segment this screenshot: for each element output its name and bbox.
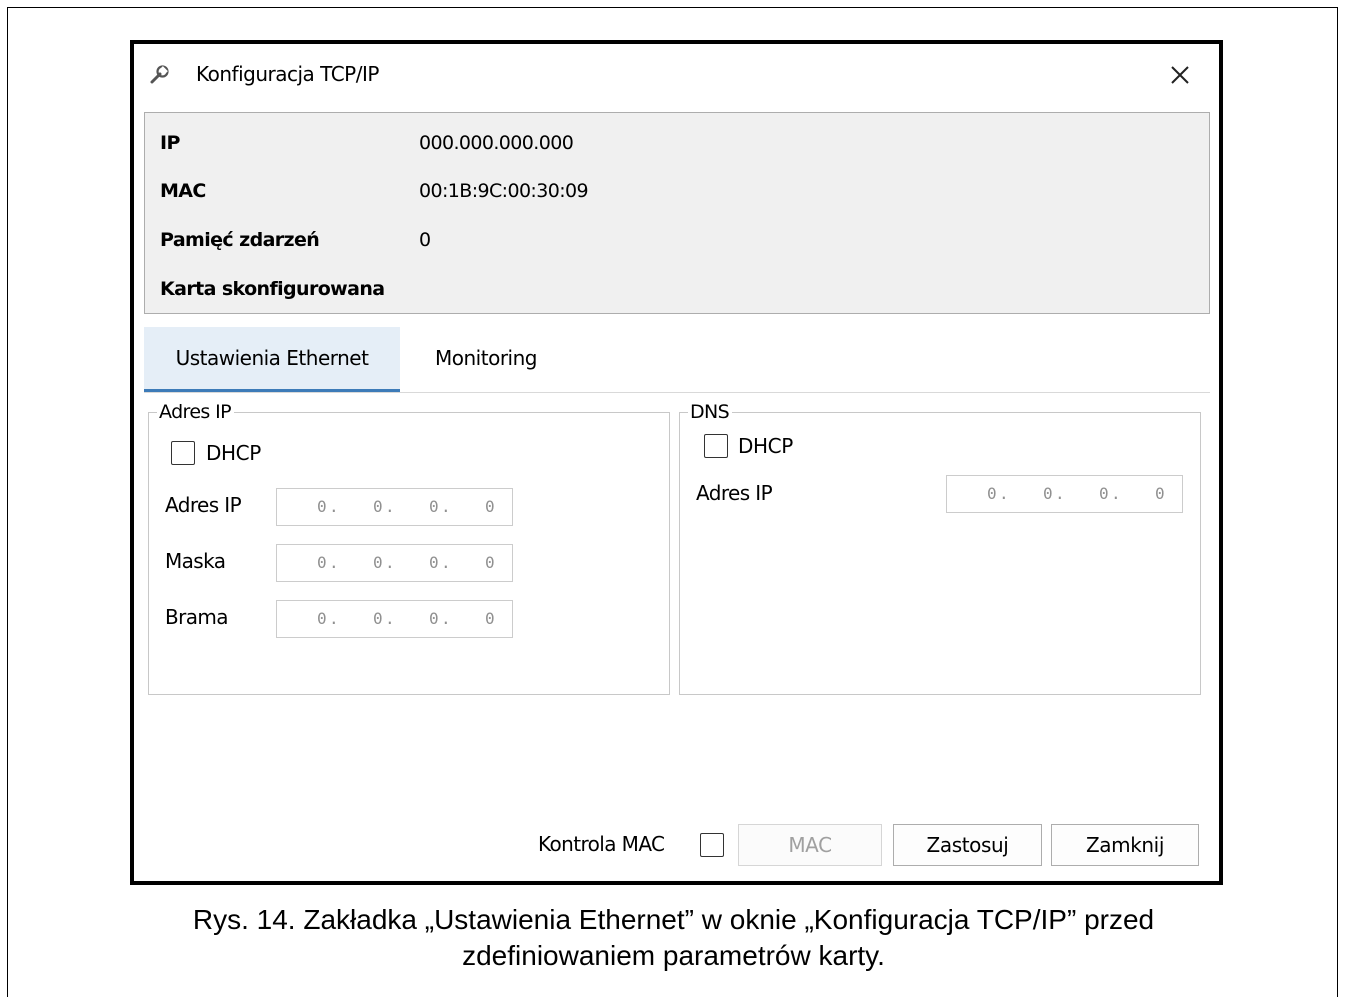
dns-ip-label: Adres IP (696, 481, 773, 505)
ip-octet: 0 (485, 553, 495, 572)
mask-label: Maska (165, 549, 226, 573)
ip-octet: 0 (373, 553, 383, 572)
ip-dot: . (441, 497, 451, 516)
title-bar: Konfiguracja TCP/IP (134, 44, 1219, 104)
ip-octet: 0 (485, 497, 495, 516)
info-label: Pamięć zdarzeń (160, 229, 320, 251)
tab-monitoring[interactable]: Monitoring (406, 327, 566, 389)
dns-dhcp-label: DHCP (738, 434, 793, 458)
ip-octet: 0 (485, 609, 495, 628)
ip-group-legend: Adres IP (157, 400, 235, 424)
info-label: Karta skonfigurowana (160, 278, 385, 300)
apply-button[interactable]: Zastosuj (893, 824, 1042, 866)
dns-dhcp-checkbox[interactable] (704, 434, 728, 458)
caption-line-2: zdefiniowaniem parametrów karty. (462, 940, 885, 971)
dns-group: DNS DHCP Adres IP 0. 0. 0. 0 (679, 400, 1201, 695)
tab-divider (144, 392, 1210, 393)
ip-octet: 0 (373, 497, 383, 516)
ip-octet: 0 (987, 484, 997, 503)
card-info-panel: IP 000.000.000.000 MAC 00:1B:9C:00:30:09… (144, 112, 1210, 314)
info-label: IP (160, 132, 180, 154)
ip-address-label: Adres IP (165, 493, 242, 517)
mask-input[interactable]: 0. 0. 0. 0 (276, 544, 513, 582)
tab-bar: Ustawienia Ethernet Monitoring (144, 327, 1210, 393)
ip-dhcp-label: DHCP (206, 441, 261, 465)
ip-dot: . (999, 484, 1009, 503)
ip-octet: 0 (317, 497, 327, 516)
gateway-input[interactable]: 0. 0. 0. 0 (276, 600, 513, 638)
dialog-footer: Kontrola MAC MAC Zastosuj Zamknij (134, 824, 1219, 874)
ip-dot: . (441, 553, 451, 572)
ip-octet: 0 (429, 497, 439, 516)
ip-dot: . (329, 609, 339, 628)
mac-control-checkbox[interactable] (700, 833, 724, 857)
ip-address-input[interactable]: 0. 0. 0. 0 (276, 488, 513, 526)
ip-octet: 0 (429, 553, 439, 572)
close-dialog-button[interactable]: Zamknij (1051, 824, 1199, 866)
ip-octet: 0 (1099, 484, 1109, 503)
ip-address-group: Adres IP DHCP Adres IP 0. 0. 0. 0 Maska … (148, 400, 670, 695)
tab-ethernet-settings[interactable]: Ustawienia Ethernet (144, 327, 400, 393)
info-value: 000.000.000.000 (419, 132, 574, 154)
info-label: MAC (160, 180, 206, 202)
figure-caption: Rys. 14. Zakładka „Ustawienia Ethernet” … (0, 902, 1347, 974)
dns-ip-input[interactable]: 0. 0. 0. 0 (946, 475, 1183, 513)
ip-dhcp-checkbox[interactable] (171, 441, 195, 465)
ip-dot: . (1111, 484, 1121, 503)
info-value: 00:1B:9C:00:30:09 (419, 180, 589, 202)
ip-octet: 0 (429, 609, 439, 628)
close-button[interactable] (1163, 58, 1197, 92)
ip-octet: 0 (1043, 484, 1053, 503)
caption-line-1: Rys. 14. Zakładka „Ustawienia Ethernet” … (192, 904, 1155, 935)
window-title: Konfiguracja TCP/IP (196, 62, 379, 86)
ip-dot: . (385, 609, 395, 628)
ip-dot: . (441, 609, 451, 628)
ip-octet: 0 (317, 609, 327, 628)
mac-button[interactable]: MAC (738, 824, 882, 866)
mac-control-label: Kontrola MAC (538, 832, 665, 856)
tcpip-config-dialog: Konfiguracja TCP/IP IP 000.000.000.000 M… (130, 40, 1223, 885)
ip-octet: 0 (317, 553, 327, 572)
info-value: 0 (419, 229, 431, 251)
gateway-label: Brama (165, 605, 229, 629)
close-icon (1169, 59, 1191, 94)
dns-group-legend: DNS (688, 400, 733, 424)
ip-dot: . (1055, 484, 1065, 503)
ip-dot: . (385, 497, 395, 516)
ip-dot: . (329, 553, 339, 572)
wrench-icon (148, 64, 170, 86)
ip-octet: 0 (1155, 484, 1165, 503)
ip-dot: . (329, 497, 339, 516)
ip-octet: 0 (373, 609, 383, 628)
ip-dot: . (385, 553, 395, 572)
